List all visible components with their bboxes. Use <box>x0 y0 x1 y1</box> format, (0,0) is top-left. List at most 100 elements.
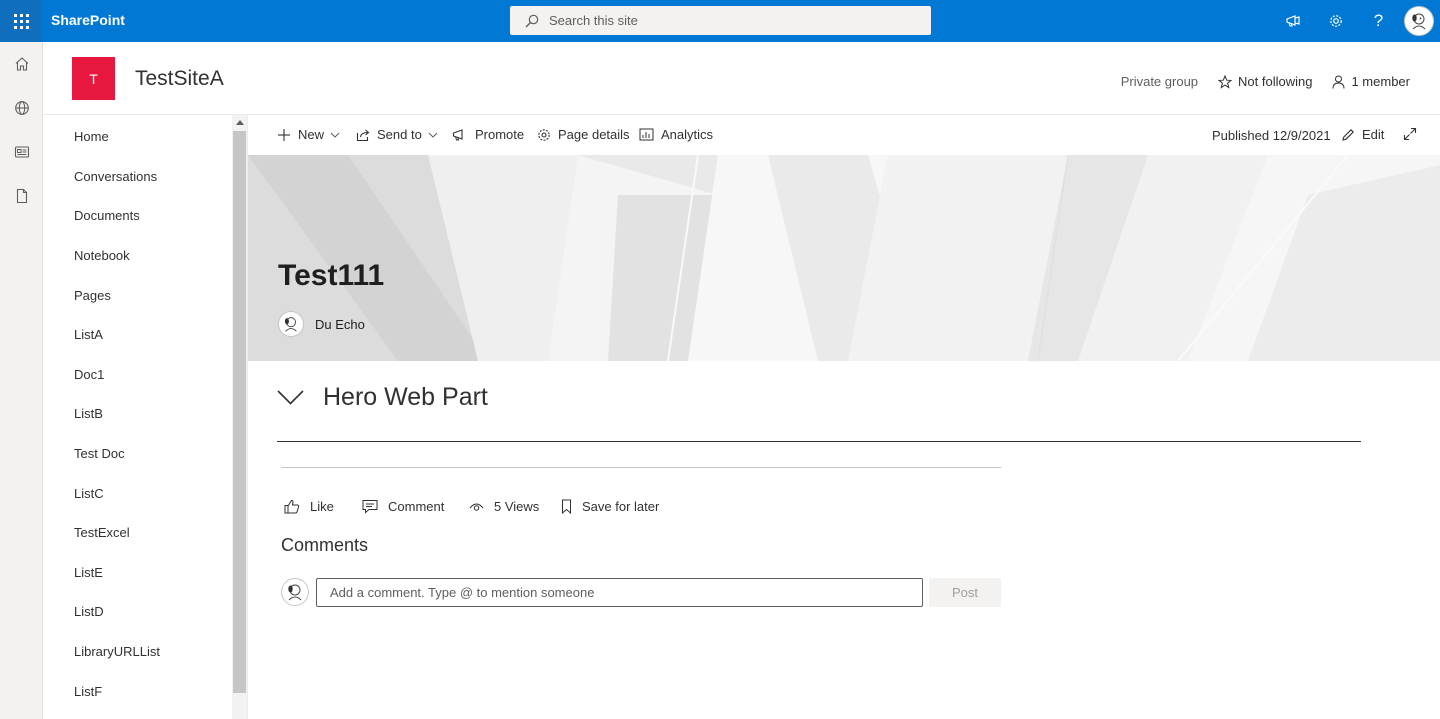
author-name[interactable]: Du Echo <box>315 317 365 332</box>
left-nav: Home Conversations Documents Notebook Pa… <box>43 115 232 719</box>
app-bar <box>0 42 43 719</box>
fullscreen-button[interactable] <box>1403 127 1424 141</box>
nav-item-listf[interactable]: ListF <box>74 684 102 699</box>
page-details-label: Page details <box>558 127 630 142</box>
avatar-icon <box>1412 13 1426 30</box>
comment-icon <box>362 500 378 514</box>
new-label: New <box>298 127 325 142</box>
search-box[interactable] <box>510 6 931 35</box>
collapse-toggle[interactable] <box>277 390 304 405</box>
send-to-button[interactable]: Send to <box>356 127 438 142</box>
nav-item-testexcel[interactable]: TestExcel <box>74 525 130 540</box>
analytics-label: Analytics <box>661 127 714 142</box>
scroll-up-arrow-icon[interactable] <box>236 120 244 125</box>
star-icon <box>1218 74 1233 89</box>
author-avatar[interactable] <box>278 311 304 337</box>
site-header: T TestSiteA Private group Not following … <box>43 42 1440 115</box>
nav-item-notebook[interactable]: Notebook <box>74 248 130 263</box>
new-button[interactable]: New <box>277 127 340 142</box>
home-button[interactable] <box>0 42 43 86</box>
webpart-divider <box>277 441 1361 442</box>
waffle-icon <box>13 13 29 29</box>
nav-item-doc1[interactable]: Doc1 <box>74 367 104 382</box>
page-details-button[interactable]: Page details <box>537 127 630 142</box>
views-count: 5 Views <box>469 499 539 514</box>
edit-button[interactable]: Edit <box>1341 127 1384 142</box>
command-bar: New Send to Promote Page details Analyti… <box>248 115 1440 155</box>
send-to-label: Send to <box>377 127 422 142</box>
comment-input[interactable] <box>316 578 923 607</box>
webpart-title: Hero Web Part <box>323 383 488 411</box>
scrollbar-thumb[interactable] <box>233 131 246 693</box>
nav-item-conversations[interactable]: Conversations <box>74 169 157 184</box>
megaphone-icon <box>452 128 463 140</box>
site-logo[interactable]: T <box>72 57 115 100</box>
nav-item-listb[interactable]: ListB <box>74 406 103 421</box>
pencil-icon <box>1342 128 1354 141</box>
nav-item-test-doc[interactable]: Test Doc <box>74 446 125 461</box>
expand-icon <box>1403 127 1417 141</box>
promote-label: Promote <box>475 127 525 142</box>
nav-scrollbar[interactable] <box>232 115 247 719</box>
like-label: Like <box>310 499 334 514</box>
comment-label: Comment <box>388 499 445 514</box>
files-button[interactable] <box>0 174 43 218</box>
eye-icon <box>469 503 484 511</box>
promote-button[interactable]: Promote <box>452 127 524 142</box>
edit-label: Edit <box>1362 127 1385 142</box>
members-button[interactable]: 1 member <box>1332 74 1410 89</box>
bookmark-icon <box>562 499 571 514</box>
document-icon <box>16 188 27 204</box>
follow-label: Not following <box>1238 74 1313 89</box>
megaphone-icon <box>1285 15 1300 27</box>
save-for-later-button[interactable]: Save for later <box>561 499 659 514</box>
plus-icon <box>278 128 290 141</box>
app-name[interactable]: SharePoint <box>51 12 125 28</box>
nav-item-liste[interactable]: ListE <box>74 565 103 580</box>
search-input[interactable] <box>549 13 909 28</box>
nav-item-libraryurllist[interactable]: LibraryURLList <box>74 644 160 659</box>
avatar-icon <box>284 317 297 332</box>
news-button[interactable] <box>0 130 43 174</box>
analytics-button[interactable]: Analytics <box>639 127 713 142</box>
sites-button[interactable] <box>0 86 43 130</box>
news-icon <box>14 146 29 158</box>
globe-icon <box>14 101 29 115</box>
help-button[interactable]: ? <box>1357 0 1400 42</box>
members-label: 1 member <box>1351 74 1410 89</box>
app-launcher-button[interactable] <box>0 0 42 42</box>
nav-item-home[interactable]: Home <box>74 129 109 144</box>
nav-item-listd[interactable]: ListD <box>74 604 104 619</box>
search-icon <box>525 14 539 27</box>
avatar-icon <box>288 584 302 601</box>
settings-button[interactable] <box>1314 0 1357 42</box>
gear-icon <box>538 128 550 141</box>
chart-icon <box>639 128 654 141</box>
privacy-label: Private group <box>1120 74 1199 89</box>
nav-item-lista[interactable]: ListA <box>74 327 103 342</box>
save-for-later-label: Save for later <box>582 499 660 514</box>
comments-heading: Comments <box>281 535 369 555</box>
page-title: Test111 <box>278 259 385 292</box>
comment-button[interactable]: Comment <box>362 499 444 514</box>
person-icon <box>1332 75 1345 89</box>
follow-button[interactable]: Not following <box>1218 74 1312 89</box>
nav-item-pages[interactable]: Pages <box>74 288 111 303</box>
nav-item-documents[interactable]: Documents <box>74 208 140 223</box>
home-icon <box>15 57 28 71</box>
hero-background-image <box>248 155 1440 361</box>
nav-item-listc[interactable]: ListC <box>74 486 104 501</box>
chevron-down-icon <box>277 390 304 405</box>
site-title[interactable]: TestSiteA <box>135 67 224 91</box>
chevron-down-icon <box>428 132 438 138</box>
whats-new-button[interactable] <box>1271 0 1314 42</box>
hero-banner: Test111 Du Echo <box>248 155 1440 361</box>
chevron-down-icon <box>330 132 340 138</box>
site-meta: Private group Not following 1 member <box>1121 74 1410 89</box>
account-avatar[interactable] <box>1404 6 1434 36</box>
help-icon: ? <box>1373 11 1384 30</box>
post-button[interactable]: Post <box>929 578 1001 607</box>
like-button[interactable]: Like <box>284 499 334 514</box>
current-user-avatar <box>281 578 309 606</box>
author-byline[interactable]: Du Echo <box>278 311 365 337</box>
